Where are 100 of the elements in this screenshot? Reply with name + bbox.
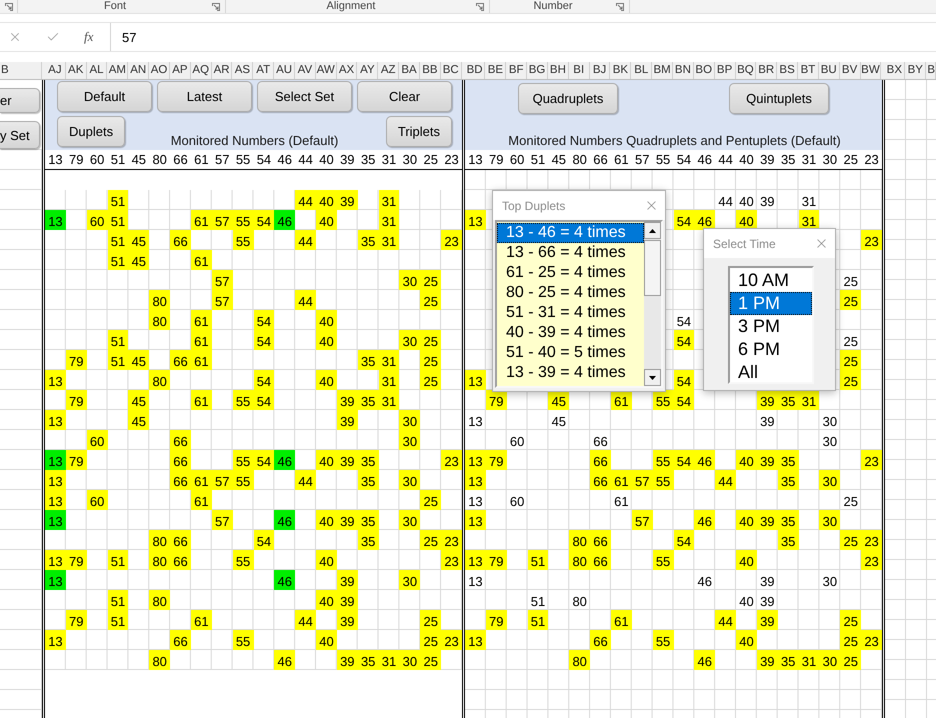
column-header[interactable]: AR <box>212 62 232 79</box>
table-cell: 61 <box>190 610 212 630</box>
insert-function-button[interactable]: fx <box>84 29 94 45</box>
table-cell: 66 <box>170 630 191 650</box>
table-cell-text: 46 <box>696 573 713 590</box>
column-header[interactable]: AW <box>316 62 337 79</box>
table-cell: 46 <box>274 450 296 470</box>
action-button[interactable]: Triplets <box>386 116 452 147</box>
column-header[interactable]: AJ <box>44 62 66 79</box>
table-cell: 80 <box>149 650 170 670</box>
table-cell-text: 54 <box>676 313 692 330</box>
table-cell: 40 <box>316 190 337 210</box>
column-header[interactable]: AV <box>294 62 316 79</box>
time-list[interactable]: 10 AM 1 PM 3 PM 6 PM All <box>728 266 814 384</box>
column-header[interactable]: AU <box>274 62 295 79</box>
column-header[interactable]: BO <box>694 62 715 79</box>
column-header[interactable]: B <box>0 62 42 79</box>
dialog-launcher-icon[interactable] <box>616 2 624 10</box>
table-cell: 23 <box>441 550 462 570</box>
table-cell-text: 30 <box>822 573 838 590</box>
formula-input[interactable]: 57 <box>110 23 936 51</box>
column-header[interactable]: BJ <box>590 62 610 79</box>
column-header[interactable]: BL <box>631 62 652 79</box>
column-number: 51 <box>110 151 126 169</box>
list-item[interactable]: 10 AM <box>730 269 812 292</box>
action-button[interactable]: er <box>0 88 40 113</box>
column-header[interactable]: AL <box>86 62 108 79</box>
list-item[interactable]: 1 PM <box>730 292 812 315</box>
column-header[interactable]: AO <box>149 62 170 79</box>
table-cell: 35 <box>778 530 799 550</box>
column-header[interactable]: BG <box>527 62 548 79</box>
table-cell: 40 <box>316 590 337 610</box>
action-button[interactable]: Duplets <box>57 116 126 147</box>
column-header[interactable]: AP <box>170 62 191 79</box>
dialog-title: Top Duplets <box>502 198 566 212</box>
cancel-icon[interactable] <box>8 30 22 44</box>
dialog-launcher-icon[interactable] <box>212 2 220 10</box>
table-cell: 51 <box>108 330 128 350</box>
column-header[interactable]: B <box>926 62 936 79</box>
list-item[interactable]: 13 - 66 = 4 times <box>497 243 644 263</box>
column-number: 61 <box>613 151 630 169</box>
list-item[interactable]: 51 - 31 = 4 times <box>497 303 644 323</box>
list-item[interactable]: 3 PM <box>730 315 812 338</box>
duplets-list[interactable]: 13 - 46 = 4 times 13 - 66 = 4 times 61 - 25 = 4 times 80 - 25 = 4 times 51 - 31 = 4 times 40 - 39 = 4 times 51 - 40 = 5 times 13 - 39 = 4 times <box>495 220 663 388</box>
column-header[interactable]: BT <box>798 62 819 79</box>
list-item[interactable]: 13 - 46 = 4 times <box>497 223 644 243</box>
list-item[interactable]: All <box>730 361 812 384</box>
action-button[interactable]: Default <box>57 81 152 112</box>
column-header[interactable]: AX <box>336 62 358 79</box>
action-button[interactable]: Quintuplets <box>729 83 829 114</box>
column-header[interactable]: BP <box>714 62 736 79</box>
action-button[interactable]: Clear <box>357 81 452 112</box>
column-header[interactable]: AT <box>253 62 274 79</box>
dialog-launcher-icon[interactable] <box>476 2 484 10</box>
column-header[interactable]: BI <box>568 62 590 79</box>
table-cell: 46 <box>694 650 716 670</box>
table-cell: 66 <box>590 450 611 470</box>
column-header[interactable]: AM <box>107 62 128 79</box>
column-header[interactable]: AS <box>232 62 254 79</box>
column-header[interactable]: BS <box>777 62 798 79</box>
column-header[interactable]: BW <box>860 62 882 79</box>
column-header[interactable]: BB <box>420 62 441 79</box>
list-item[interactable]: 40 - 39 = 4 times <box>497 323 644 343</box>
column-header[interactable]: BY <box>905 62 926 79</box>
column-header[interactable]: BM <box>652 62 673 79</box>
column-header[interactable]: BE <box>485 62 506 79</box>
column-header[interactable]: AY <box>357 62 378 79</box>
table-cell: 31 <box>378 190 400 210</box>
column-header[interactable]: AK <box>66 62 87 79</box>
column-header[interactable]: BX <box>884 62 906 79</box>
action-button[interactable]: Quadruplets <box>518 83 618 114</box>
column-number: 80 <box>151 151 168 169</box>
dialog-launcher-icon[interactable] <box>5 2 13 10</box>
table-cell: 31 <box>378 210 400 230</box>
list-item[interactable]: 6 PM <box>730 338 812 361</box>
action-button[interactable]: Latest <box>157 81 252 112</box>
table-cell: 66 <box>170 350 191 370</box>
action-button[interactable]: Select Set <box>257 81 352 112</box>
column-header[interactable]: BF <box>506 62 528 79</box>
column-header[interactable]: BH <box>548 62 569 79</box>
column-header[interactable]: BV <box>840 62 860 79</box>
list-item[interactable]: 80 - 25 = 4 times <box>497 283 644 303</box>
list-item[interactable]: 13 - 39 = 4 times <box>497 363 644 383</box>
column-header[interactable]: BC <box>440 62 462 79</box>
column-header[interactable]: BU <box>818 62 840 79</box>
scrollbar[interactable] <box>644 222 661 386</box>
column-header[interactable]: BK <box>610 62 632 79</box>
column-header[interactable]: BN <box>673 62 694 79</box>
column-header[interactable]: BQ <box>736 62 756 79</box>
column-number: 23 <box>863 151 880 169</box>
list-item[interactable]: 61 - 25 = 4 times <box>497 263 644 283</box>
table-cell-text: 13 <box>467 413 484 430</box>
column-header[interactable]: BA <box>399 62 420 79</box>
action-button[interactable]: y Set <box>0 121 40 149</box>
column-header[interactable]: AZ <box>378 62 400 79</box>
column-header[interactable]: BR <box>756 62 778 79</box>
list-item[interactable]: 51 - 40 = 5 times <box>497 343 644 363</box>
column-header[interactable]: BD <box>464 62 486 79</box>
column-header[interactable]: AN <box>128 62 150 79</box>
column-header[interactable]: AQ <box>190 62 212 79</box>
